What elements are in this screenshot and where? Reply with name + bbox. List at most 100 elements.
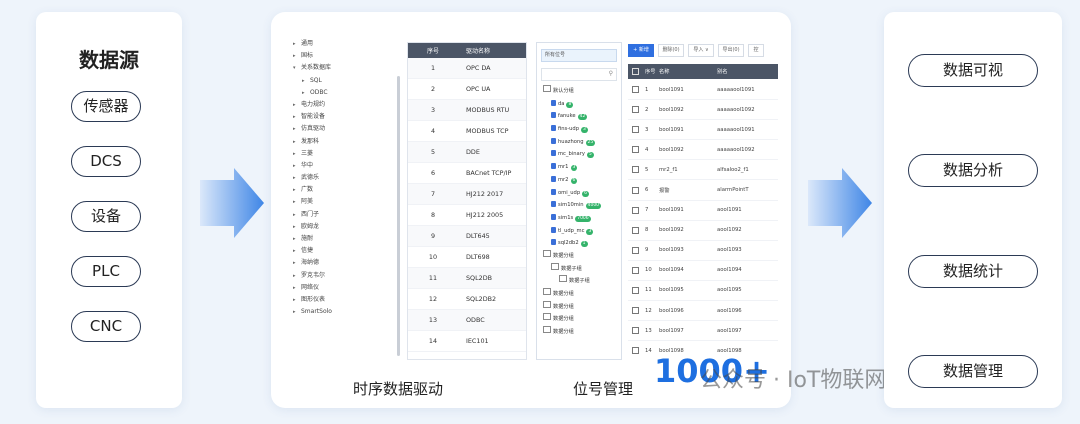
all-tags-filter[interactable]: 所有位号 [541, 49, 617, 62]
expand-arrow-icon[interactable]: ▾ [293, 62, 301, 74]
driver-tree-scrollbar[interactable] [397, 76, 400, 356]
tag-tree-item[interactable]: 数据子组 [537, 275, 621, 288]
expand-arrow-icon[interactable]: ▸ [293, 148, 301, 160]
row-checkbox[interactable] [632, 286, 639, 294]
row-checkbox[interactable] [632, 206, 639, 214]
tag-tree-item[interactable]: huazhong 25 [537, 136, 621, 149]
table-row[interactable]: 13 bool1097 aool1097 [628, 321, 778, 342]
driver-tree-item[interactable]: ▸ 网络仪 [293, 282, 403, 294]
tag-tree-item[interactable]: sql2db2 1 [537, 237, 621, 250]
table-row[interactable]: 4 MODBUS TCP [408, 121, 526, 142]
driver-tree-item[interactable]: ▸ 发那科 [293, 136, 403, 148]
row-checkbox[interactable] [632, 226, 639, 234]
expand-arrow-icon[interactable]: ▸ [293, 172, 301, 184]
expand-arrow-icon[interactable]: ▸ [302, 75, 310, 87]
expand-arrow-icon[interactable]: ▸ [293, 294, 301, 306]
driver-tree-item[interactable]: ▸ 信捷 [293, 245, 403, 257]
expand-arrow-icon[interactable]: ▸ [293, 38, 301, 50]
table-row[interactable]: 1 OPC DA [408, 58, 526, 79]
tag-tree-item[interactable]: omi_udp 6 [537, 187, 621, 200]
table-row[interactable]: 3 MODBUS RTU [408, 100, 526, 121]
expand-arrow-icon[interactable]: ▸ [302, 87, 310, 99]
driver-tree-item[interactable]: ▸ 武德乐 [293, 172, 403, 184]
row-checkbox[interactable] [632, 347, 639, 355]
row-checkbox[interactable] [632, 186, 639, 194]
table-row[interactable]: 5 DDE [408, 142, 526, 163]
driver-tree-item[interactable]: ▸ 图形仪表 [293, 294, 403, 306]
driver-tree-item[interactable]: ▸ SmartSolo [293, 306, 403, 318]
tag-tree-item[interactable]: 数据分组 [537, 288, 621, 301]
import-button[interactable]: 导入 ∨ [688, 44, 714, 57]
driver-tree-item[interactable]: ▸ 罗克韦尔 [293, 270, 403, 282]
table-row[interactable]: 9 DLT645 [408, 226, 526, 247]
table-row[interactable]: 4 bool1092 aaaaaool1092 [628, 140, 778, 161]
table-row[interactable]: 13 ODBC [408, 310, 526, 331]
tag-tree-item[interactable]: sim10min 4000 [537, 199, 621, 212]
expand-arrow-icon[interactable]: ▸ [293, 123, 301, 135]
driver-tree-item[interactable]: ▸ 阿美 [293, 196, 403, 208]
tag-tree-item[interactable]: 数据子组 [537, 262, 621, 276]
driver-tree-item[interactable]: ▸ 西门子 [293, 209, 403, 221]
driver-tree-item[interactable]: ▸ 通用 [293, 38, 403, 50]
export-button[interactable]: 导出(0) [718, 44, 744, 57]
tag-tree-item[interactable]: 数据分组 [537, 313, 621, 326]
table-row[interactable]: 12 SQL2DB2 [408, 289, 526, 310]
row-checkbox[interactable] [632, 166, 639, 174]
expand-arrow-icon[interactable]: ▸ [293, 257, 301, 269]
expand-arrow-icon[interactable]: ▸ [293, 196, 301, 208]
table-row[interactable]: 11 SQL2DB [408, 268, 526, 289]
table-row[interactable]: 10 DLT698 [408, 247, 526, 268]
tag-tree-item[interactable]: mr1 3 [537, 161, 621, 174]
tag-tree-item[interactable]: fins-udp 3 [537, 123, 621, 136]
tag-tree-item[interactable]: mc_binary 5 [537, 148, 621, 161]
control-button[interactable]: 控 [748, 44, 764, 57]
table-row[interactable]: 6 BACnet TCP/IP [408, 163, 526, 184]
table-row[interactable]: 8 bool1092 aool1092 [628, 221, 778, 241]
tag-tree-item[interactable]: da 8 [537, 98, 621, 111]
add-tag-button[interactable]: + 新增 [628, 44, 654, 57]
row-checkbox[interactable] [632, 266, 639, 274]
table-row[interactable]: 7 HJ212 2017 [408, 184, 526, 205]
expand-arrow-icon[interactable]: ▸ [293, 99, 301, 111]
table-row[interactable]: 6 报警 alarmPointT [628, 180, 778, 201]
driver-tree-item[interactable]: ▸ 国标 [293, 50, 403, 62]
row-checkbox[interactable] [632, 327, 639, 335]
tag-tree-item[interactable]: 数据分组 [537, 249, 621, 263]
select-all-checkbox[interactable] [632, 68, 639, 75]
row-checkbox[interactable] [632, 307, 639, 315]
expand-arrow-icon[interactable]: ▸ [293, 50, 301, 62]
expand-arrow-icon[interactable]: ▸ [293, 136, 301, 148]
driver-tree-item[interactable]: ▸ 海纳德 [293, 257, 403, 269]
driver-tree-item[interactable]: ▸ 广数 [293, 184, 403, 196]
tag-tree-item[interactable]: sim1s 7006 [537, 212, 621, 225]
table-row[interactable]: 11 bool1095 aool1095 [628, 281, 778, 302]
expand-arrow-icon[interactable]: ▸ [293, 282, 301, 294]
tag-tree-item[interactable]: 数据分组 [537, 326, 621, 339]
expand-arrow-icon[interactable]: ▸ [293, 111, 301, 123]
table-row[interactable]: 2 OPC UA [408, 79, 526, 100]
expand-arrow-icon[interactable]: ▸ [293, 209, 301, 221]
table-row[interactable]: 3 bool1091 aaaaaool1091 [628, 120, 778, 141]
row-checkbox[interactable] [632, 246, 639, 254]
table-row[interactable]: 14 IEC101 [408, 331, 526, 352]
driver-tree-item[interactable]: ▸ 三菱 [293, 148, 403, 160]
tag-tree-item[interactable]: 数据分组 [537, 300, 621, 314]
driver-tree-item[interactable]: ▾ 关系数据库 [293, 62, 403, 74]
driver-tree-item[interactable]: ▸ 华中 [293, 160, 403, 172]
driver-tree-item[interactable]: ▸ SQL [293, 75, 403, 87]
table-row[interactable]: 2 bool1092 aaaaaool1092 [628, 100, 778, 121]
table-row[interactable]: 7 bool1091 aool1091 [628, 201, 778, 221]
expand-arrow-icon[interactable]: ▸ [293, 270, 301, 282]
driver-tree-item[interactable]: ▸ 欧姆龙 [293, 221, 403, 233]
table-row[interactable]: 10 bool1094 aool1094 [628, 261, 778, 281]
tag-search-input[interactable]: ⚲ [541, 68, 617, 81]
row-checkbox[interactable] [632, 146, 639, 154]
expand-arrow-icon[interactable]: ▸ [293, 160, 301, 172]
table-row[interactable]: 1 bool1091 aaaaaool1091 [628, 80, 778, 101]
expand-arrow-icon[interactable]: ▸ [293, 184, 301, 196]
driver-tree-item[interactable]: ▸ 智能设备 [293, 111, 403, 123]
row-checkbox[interactable] [632, 86, 639, 94]
row-checkbox[interactable] [632, 106, 639, 114]
tag-tree-item[interactable]: fanuke 42 [537, 110, 621, 123]
row-checkbox[interactable] [632, 126, 639, 134]
